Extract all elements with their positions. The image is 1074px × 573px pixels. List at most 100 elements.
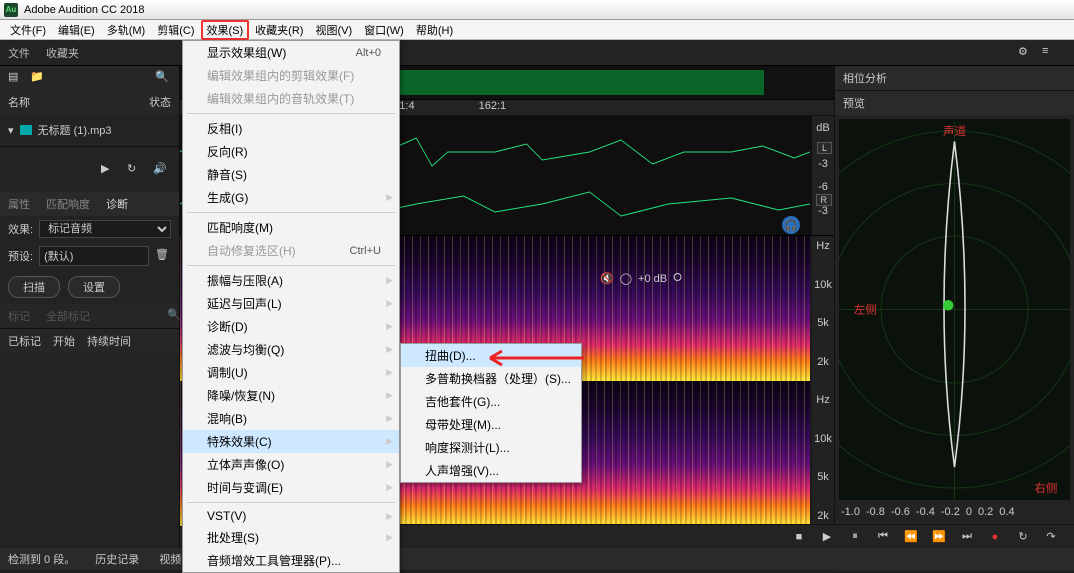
- annotation-arrow: [484, 348, 594, 371]
- g-fwd[interactable]: ⏩: [930, 528, 948, 546]
- tab-markers[interactable]: 标记: [0, 304, 38, 328]
- file-tree: ▾ 无标题 (1).mp3: [0, 114, 179, 146]
- menu-item[interactable]: 批处理(S)▶: [183, 526, 399, 549]
- menu-item[interactable]: 滤波与均衡(Q)▶: [183, 338, 399, 361]
- trash-icon[interactable]: 🗑: [155, 248, 171, 264]
- menu-item[interactable]: 吉他套件(G)...: [401, 390, 581, 413]
- menu-7[interactable]: 窗口(W): [358, 20, 410, 40]
- menu-item[interactable]: 反向(R): [183, 140, 399, 163]
- effect-label: 效果:: [8, 221, 33, 237]
- gain-knob-icon[interactable]: ◯: [620, 272, 632, 285]
- menu-1[interactable]: 编辑(E): [52, 20, 101, 40]
- settings-button[interactable]: 设置: [68, 276, 120, 298]
- menu-item[interactable]: 立体声声像(O)▶: [183, 453, 399, 476]
- col-status[interactable]: 状态: [149, 94, 171, 110]
- menu-bar: 文件(F)编辑(E)多轨(M)剪辑(C)效果(S)收藏夹(R)视图(V)窗口(W…: [0, 20, 1074, 40]
- menu-item[interactable]: 人声增强(V)...: [401, 459, 581, 482]
- menu-item[interactable]: 生成(G)▶: [183, 186, 399, 209]
- tab-loudness[interactable]: 匹配响度: [38, 192, 98, 216]
- search-icon[interactable]: 🔍: [155, 70, 171, 86]
- menu-item[interactable]: 反相(I): [183, 117, 399, 140]
- col-start[interactable]: 开始: [53, 333, 75, 349]
- g-stop[interactable]: ■: [790, 528, 808, 546]
- tool-menu-icon[interactable]: ≡: [1042, 45, 1058, 61]
- svg-text:声道: 声道: [943, 124, 967, 138]
- menu-item[interactable]: 延迟与回声(L)▶: [183, 292, 399, 315]
- bypass-icon[interactable]: ⭘: [673, 272, 682, 285]
- menu-item[interactable]: 降噪/恢复(N)▶: [183, 384, 399, 407]
- menu-item[interactable]: 诊断(D)▶: [183, 315, 399, 338]
- menu-5[interactable]: 收藏夹(R): [249, 20, 309, 40]
- g-loop[interactable]: ↻: [1014, 528, 1032, 546]
- col-name[interactable]: 名称: [8, 94, 30, 110]
- scan-button[interactable]: 扫描: [8, 276, 60, 298]
- tab-diagnostics[interactable]: 诊断: [98, 192, 136, 216]
- g-end[interactable]: ⏭: [958, 528, 976, 546]
- video-label[interactable]: 视频: [159, 551, 181, 567]
- col-duration[interactable]: 持续时间: [87, 333, 131, 349]
- file-item[interactable]: ▾ 无标题 (1).mp3: [8, 120, 171, 140]
- app-title: Adobe Audition CC 2018: [24, 4, 144, 16]
- menu-item[interactable]: 时间与变调(E)▶: [183, 476, 399, 499]
- preset-value[interactable]: (默认): [39, 246, 149, 266]
- play-icon[interactable]: ▶: [101, 162, 117, 178]
- menu-item[interactable]: 母带处理(M)...: [401, 413, 581, 436]
- menu-item[interactable]: 静音(S): [183, 163, 399, 186]
- open-file-icon[interactable]: 📁: [30, 70, 46, 86]
- mute-icon[interactable]: 🔇: [600, 272, 614, 285]
- tool-settings-icon[interactable]: ⚙: [1018, 45, 1034, 61]
- menu-item[interactable]: 显示效果组(W)Alt+0: [183, 41, 399, 64]
- menu-6[interactable]: 视图(V): [309, 20, 358, 40]
- tab-favorites[interactable]: 收藏夹: [46, 45, 79, 61]
- menu-item[interactable]: 特殊效果(C)▶: [183, 430, 399, 453]
- menu-item[interactable]: 音频增效工具管理器(P)...: [183, 549, 399, 572]
- phase-plot[interactable]: 声道 左侧 右侧: [839, 119, 1070, 500]
- menu-item[interactable]: 匹配响度(M): [183, 216, 399, 239]
- g-pause[interactable]: ⏸: [846, 528, 864, 546]
- channel-left-badge[interactable]: L: [817, 142, 832, 154]
- menu-4[interactable]: 效果(S): [201, 20, 250, 40]
- menu-item[interactable]: 响度探测计(L)...: [401, 436, 581, 459]
- menu-0[interactable]: 文件(F): [4, 20, 52, 40]
- menu-item[interactable]: VST(V)▶: [183, 506, 399, 526]
- chevron-down-icon[interactable]: ▾: [8, 124, 14, 137]
- g-rew[interactable]: ⏪: [902, 528, 920, 546]
- g-start[interactable]: ⏮: [874, 528, 892, 546]
- app-logo: Au: [4, 3, 18, 17]
- menu-item[interactable]: 混响(B)▶: [183, 407, 399, 430]
- menu-item: 编辑效果组内的剪辑效果(F): [183, 64, 399, 87]
- effects-menu: 显示效果组(W)Alt+0编辑效果组内的剪辑效果(F)编辑效果组内的音轨效果(T…: [182, 40, 400, 573]
- gain-readout: +0 dB: [638, 273, 667, 285]
- file-tab-bar: 文件 收藏夹 ⚙ ≡: [0, 40, 1074, 66]
- file-name: 无标题 (1).mp3: [38, 122, 112, 138]
- audio-file-icon: [20, 125, 32, 135]
- tab-properties[interactable]: 属性: [0, 192, 38, 216]
- channel-right-badge[interactable]: R: [816, 194, 833, 206]
- g-play[interactable]: ▶: [818, 528, 836, 546]
- menu-3[interactable]: 剪辑(C): [151, 20, 200, 40]
- menu-item: 编辑效果组内的音轨效果(T): [183, 87, 399, 110]
- preview-button[interactable]: 预览: [835, 91, 1074, 115]
- tab-files[interactable]: 文件: [8, 45, 30, 61]
- volume-icon[interactable]: 🔊: [153, 162, 169, 178]
- g-skip[interactable]: ↷: [1042, 528, 1060, 546]
- menu-2[interactable]: 多轨(M): [101, 20, 152, 40]
- menu-item[interactable]: 振幅与压限(A)▶: [183, 269, 399, 292]
- menu-item[interactable]: 调制(U)▶: [183, 361, 399, 384]
- volume-hud[interactable]: 🔇 ◯ +0 dB ⭘: [600, 272, 682, 285]
- new-file-icon[interactable]: ▤: [8, 70, 24, 86]
- effect-select[interactable]: 标记音频: [39, 220, 171, 238]
- loop-icon[interactable]: ↻: [127, 162, 143, 178]
- svg-text:左侧: 左侧: [854, 303, 877, 317]
- col-marked[interactable]: 已标记: [8, 333, 41, 349]
- tab-all-markers[interactable]: 全部标记: [38, 304, 98, 328]
- g-record[interactable]: ●: [986, 528, 1004, 546]
- menu-item: 自动修复选区(H)Ctrl+U: [183, 239, 399, 262]
- status-bar: 检测到 0 段。 历史记录 视频: [0, 548, 1074, 570]
- svg-text:右侧: 右侧: [1034, 481, 1057, 495]
- editor-tool-strip: ⚙ ≡: [1018, 45, 1066, 61]
- search-icon[interactable]: 🔍: [163, 304, 179, 320]
- history-label[interactable]: 历史记录: [95, 551, 139, 567]
- menu-8[interactable]: 帮助(H): [410, 20, 459, 40]
- right-panel: 相位分析 预览 声道 左侧 右侧 -1.0-0.8-0.6-0.4-0.200.…: [834, 66, 1074, 570]
